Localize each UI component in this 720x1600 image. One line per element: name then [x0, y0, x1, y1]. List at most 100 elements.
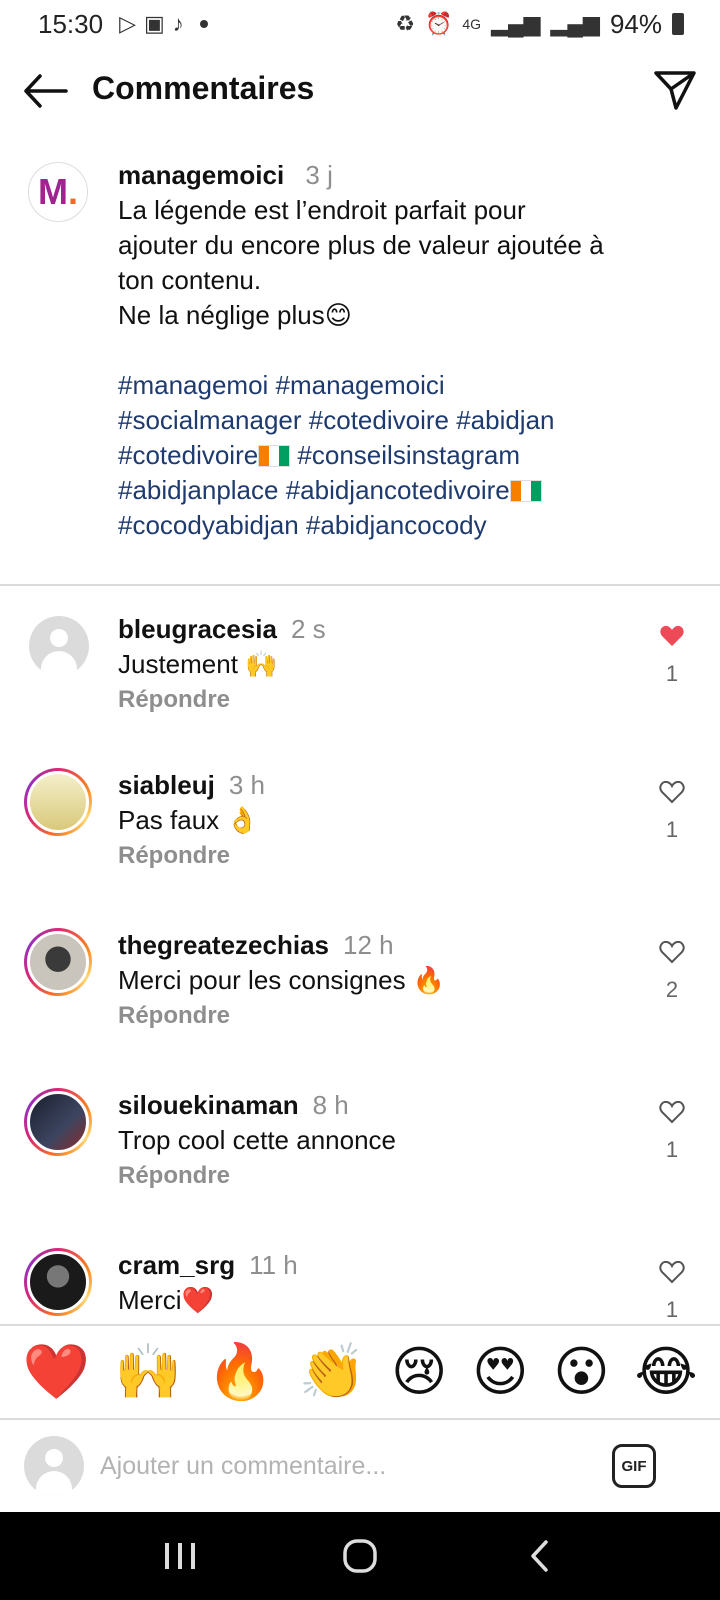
emoji-laughing[interactable]: 😂	[634, 1345, 697, 1399]
comment-item: thegreatezechias 12 h Merci pour les cons…	[0, 928, 720, 1078]
heart-outline-icon	[659, 940, 685, 964]
caption-body: managemoici 3 j La légende est l’endroit…	[118, 158, 678, 543]
heart-outline-icon	[659, 1260, 685, 1284]
gallery-icon: ▣	[144, 11, 165, 36]
emoji-fire[interactable]: 🔥	[207, 1345, 274, 1399]
comment-username[interactable]: siableuj	[118, 770, 215, 800]
share-button[interactable]	[652, 68, 698, 112]
gif-button[interactable]: GIF	[612, 1444, 656, 1488]
emoji-clap[interactable]: 👏	[299, 1345, 366, 1399]
signal-icon: ▂▄▆	[491, 11, 541, 36]
comment-content: bleugracesia 2 s Justement 🙌	[118, 612, 638, 682]
avatar[interactable]	[24, 1088, 92, 1156]
notification-icons: ▷ ▣ ♪	[119, 11, 208, 37]
system-icons: ♻ ⏰ 4G ▂▄▆ ▂▄▆ 94%	[395, 9, 684, 40]
comment-time: 3 h	[228, 770, 265, 800]
like-button[interactable]: 1	[654, 1100, 690, 1163]
avatar[interactable]	[24, 768, 92, 836]
comment-item: cram_srg 11 h Merci❤️ 1	[0, 1248, 720, 1324]
avatar-image	[27, 1251, 89, 1313]
emoji-crying[interactable]: 😢	[391, 1345, 447, 1399]
comment-content: silouekinaman 8 h Trop cool cette annonce	[118, 1088, 638, 1158]
back-button[interactable]	[22, 72, 68, 110]
comments-screen: 15:30 ▷ ▣ ♪ ♻ ⏰ 4G ▂▄▆ ▂▄▆ 94% Commentai…	[0, 0, 720, 1600]
emoji-raising-hands[interactable]: 🙌	[115, 1345, 182, 1399]
author-avatar[interactable]: M.	[28, 162, 88, 222]
like-button[interactable]: 2	[654, 940, 690, 1003]
like-button[interactable]: 1	[654, 1260, 690, 1323]
home-button[interactable]	[330, 1526, 390, 1586]
recent-apps-button[interactable]	[150, 1526, 210, 1586]
avatar[interactable]	[29, 616, 89, 676]
caption-line: ajouter du encore plus de valeur ajoutée…	[118, 230, 604, 260]
send-icon	[654, 71, 696, 110]
comment-username[interactable]: bleugracesia	[118, 614, 277, 644]
heart-outline-icon	[659, 1100, 685, 1124]
comment-time: 11 h	[249, 1250, 298, 1280]
ivory-coast-flag-icon	[509, 480, 542, 502]
caption-time: 3 j	[305, 160, 333, 190]
comment-time: 8 h	[312, 1090, 349, 1120]
comment-content: siableuj 3 h Pas faux 👌	[118, 768, 638, 838]
managemoi-logo: M.	[37, 171, 78, 212]
play-store-icon: ▷	[119, 11, 136, 36]
header: Commentaires	[0, 58, 720, 124]
emoji-heart-eyes[interactable]: 😍	[472, 1345, 528, 1399]
recent-apps-icon	[165, 1543, 195, 1569]
network-type: 4G	[462, 16, 482, 32]
hashtag-line[interactable]: #cotedivoire #conseilsinstagram	[118, 438, 678, 473]
signal-icon-2: ▂▄▆	[550, 11, 600, 36]
comment-item: bleugracesia 2 s Justement 🙌 Répondre 1	[0, 612, 720, 762]
comment-text: Trop cool cette annonce	[118, 1125, 396, 1155]
avatar-image	[27, 1091, 89, 1153]
more-notifications-icon	[199, 20, 208, 28]
hashtag-line[interactable]: #abidjanplace #abidjancotedivoire	[118, 473, 678, 508]
comment-composer: GIF	[0, 1420, 720, 1512]
home-icon	[343, 1539, 377, 1573]
back-nav-button[interactable]	[510, 1526, 570, 1586]
reply-button[interactable]: Répondre	[118, 1002, 230, 1030]
comment-clip: cram_srg 11 h Merci❤️ 1	[0, 1240, 720, 1324]
like-count: 2	[665, 977, 679, 1002]
comment-text: Merci❤️	[118, 1285, 214, 1315]
comment-username[interactable]: cram_srg	[118, 1250, 235, 1280]
comment-time: 12 h	[342, 930, 394, 960]
emoji-heart[interactable]: ❤️	[22, 1345, 89, 1399]
reply-button[interactable]: Répondre	[118, 686, 230, 714]
like-count: 1	[665, 1137, 679, 1162]
default-user-icon	[50, 629, 68, 647]
page-title: Commentaires	[92, 70, 315, 106]
tiktok-icon: ♪	[172, 11, 184, 36]
comment-content: cram_srg 11 h Merci❤️	[118, 1248, 638, 1318]
like-button[interactable]: 1	[654, 624, 690, 687]
avatar-image	[27, 771, 89, 833]
back-arrow-icon	[24, 74, 68, 108]
battery-percent: 94%	[609, 8, 662, 39]
like-button[interactable]: 1	[654, 780, 690, 843]
emoji-quick-bar: ❤️ 🙌 🔥 👏 😢 😍 😮 😂	[0, 1324, 720, 1420]
like-count: 1	[665, 1297, 679, 1322]
hashtags: #managemoi #managemoici #socialmanager #…	[118, 368, 678, 543]
heart-outline-icon	[659, 780, 685, 804]
avatar[interactable]	[24, 1248, 92, 1316]
reply-button[interactable]: Répondre	[118, 842, 230, 870]
ivory-coast-flag-icon	[258, 445, 291, 467]
caption-username[interactable]: managemoici	[118, 160, 284, 190]
hashtag-line[interactable]: #managemoi #managemoici	[118, 368, 678, 403]
emoji-surprised[interactable]: 😮	[553, 1345, 609, 1399]
comment-username[interactable]: silouekinaman	[118, 1090, 299, 1120]
hashtag-line[interactable]: #socialmanager #cotedivoire #abidjan	[118, 403, 678, 438]
comment-username[interactable]: thegreatezechias	[118, 930, 329, 960]
avatar[interactable]	[24, 928, 92, 996]
system-nav-bar	[0, 1512, 720, 1600]
hashtag-line[interactable]: #cocodyabidjan #abidjancocody	[118, 508, 678, 543]
comment-text: Merci pour les consignes 🔥	[118, 965, 446, 995]
reply-button[interactable]: Répondre	[118, 1162, 230, 1190]
status-bar: 15:30 ▷ ▣ ♪ ♻ ⏰ 4G ▂▄▆ ▂▄▆ 94%	[0, 0, 720, 48]
comment-text: Pas faux 👌	[118, 805, 259, 835]
comment-item: silouekinaman 8 h Trop cool cette annonce…	[0, 1088, 720, 1238]
my-avatar	[24, 1436, 84, 1496]
comment-content: thegreatezechias 12 h Merci pour les cons…	[118, 928, 638, 998]
comment-item: siableuj 3 h Pas faux 👌 Répondre 1	[0, 768, 720, 918]
comment-input[interactable]	[100, 1444, 580, 1488]
